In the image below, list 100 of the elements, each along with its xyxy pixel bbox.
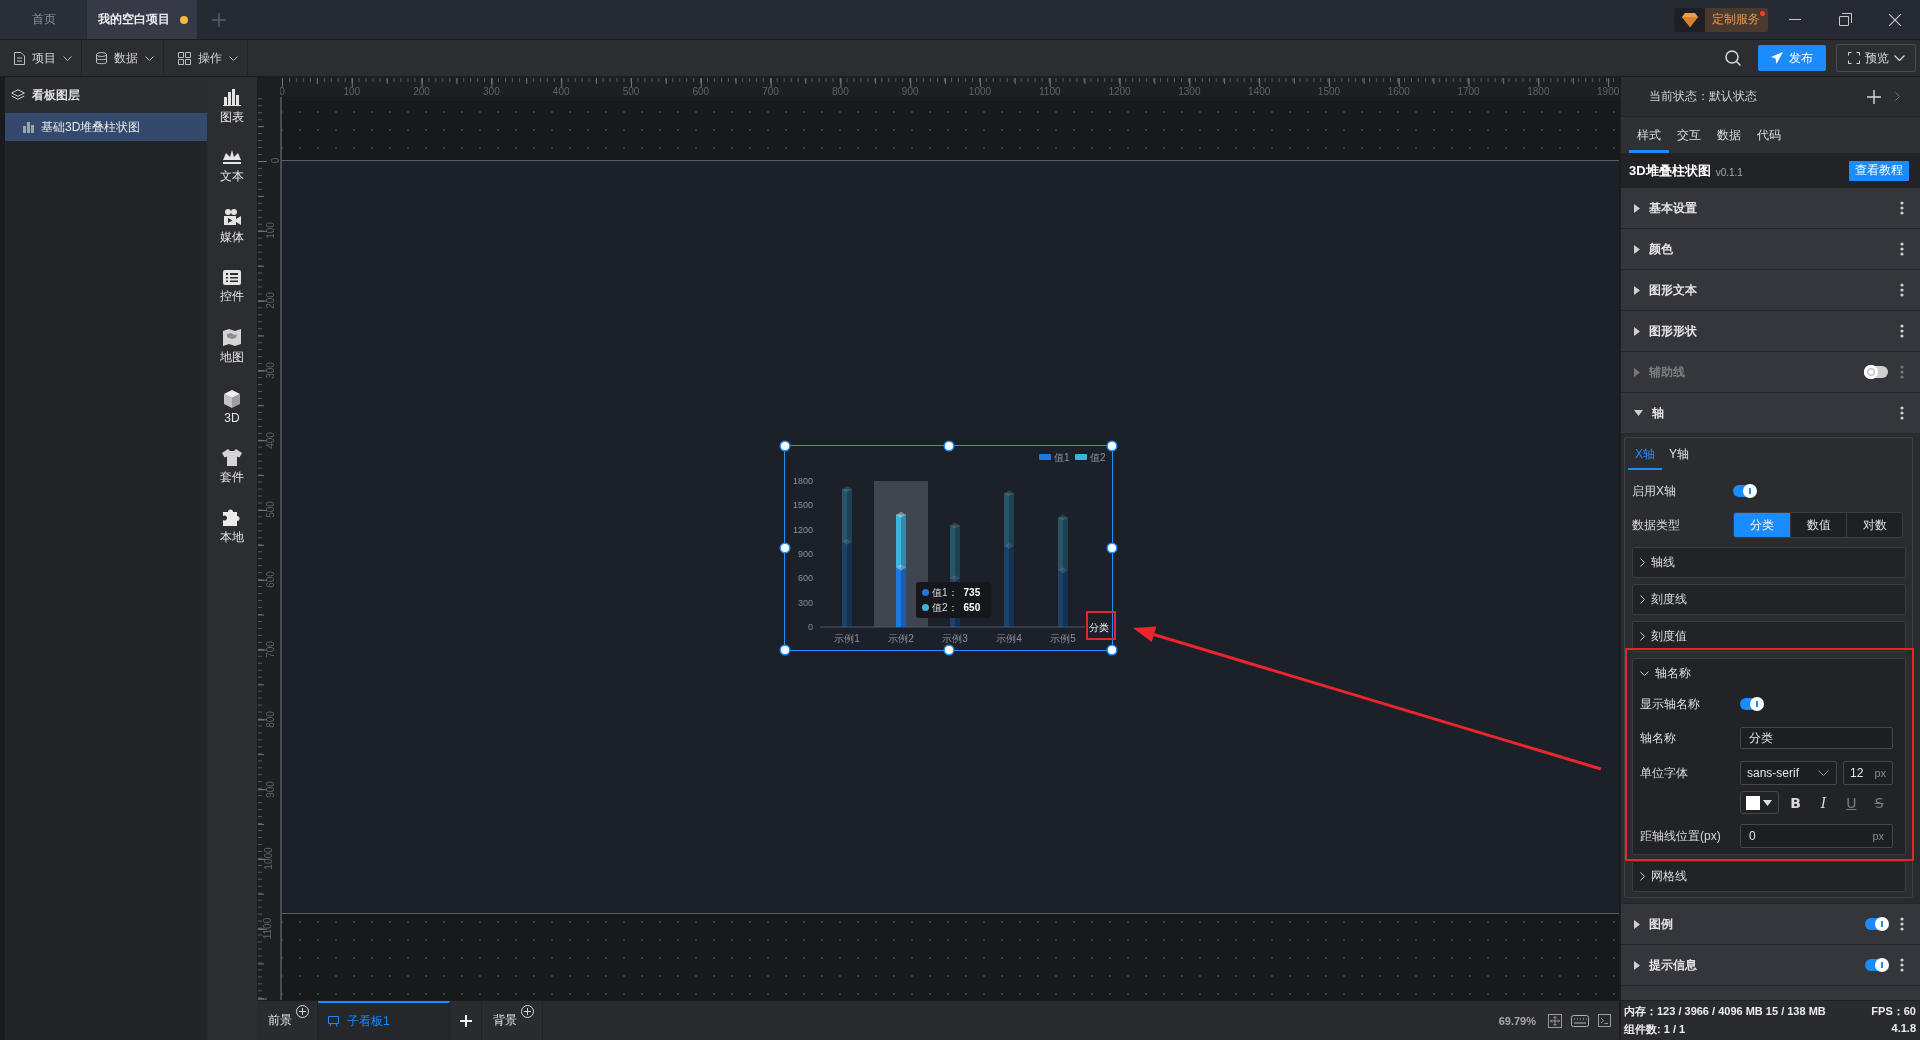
ruler-label: 1800: [1527, 86, 1550, 97]
preview-button[interactable]: 预览: [1836, 44, 1916, 72]
group-header[interactable]: 刻度线: [1633, 585, 1905, 614]
section-title: 轴: [1652, 404, 1664, 422]
chevron-right-icon[interactable]: [1895, 92, 1900, 101]
menu-button[interactable]: 数据: [82, 40, 164, 76]
legend-label: 值2: [1090, 452, 1106, 463]
toggle-switch[interactable]: [1733, 485, 1756, 497]
field-label: 轴名称: [1640, 729, 1677, 747]
rail-item[interactable]: 本地: [207, 497, 257, 557]
keyboard-icon[interactable]: [1571, 1014, 1589, 1027]
font-size-field[interactable]: 12 px: [1843, 761, 1893, 785]
close-icon[interactable]: [1889, 13, 1901, 26]
group-header[interactable]: 网格线: [1633, 862, 1905, 891]
inspector-tab[interactable]: 交互: [1669, 117, 1709, 153]
database-icon: [96, 51, 107, 65]
chevron-down-icon: [63, 55, 72, 61]
resize-handle[interactable]: [1108, 646, 1116, 654]
text-field[interactable]: 分类: [1740, 727, 1893, 749]
section-title: 基本设置: [1649, 199, 1697, 217]
document-icon: [14, 51, 25, 65]
ruler-label: 200: [413, 86, 430, 97]
segment-option[interactable]: 数值: [1790, 513, 1846, 537]
resize-handle[interactable]: [1108, 544, 1116, 552]
bold-button[interactable]: B: [1781, 791, 1810, 814]
rail-item[interactable]: 文本: [207, 137, 257, 197]
background-tab[interactable]: 背景: [482, 1001, 543, 1040]
rail-item[interactable]: 图表: [207, 77, 257, 137]
more-options-icon[interactable]: [1900, 242, 1904, 256]
rail-item[interactable]: 控件: [207, 257, 257, 317]
ruler-label: 100: [265, 222, 277, 240]
axis-tab[interactable]: X轴: [1628, 438, 1662, 470]
project-tab[interactable]: 我的空白项目: [87, 0, 197, 39]
font-select[interactable]: sans-serif: [1740, 761, 1837, 785]
category-label: 示例1: [834, 633, 860, 644]
rail-item[interactable]: 3D: [207, 377, 257, 437]
toggle-switch[interactable]: [1740, 698, 1763, 710]
offset-field[interactable]: 0 px: [1740, 824, 1893, 848]
menu-button[interactable]: 操作: [164, 40, 248, 76]
ruler-label: 1000: [968, 86, 992, 97]
field-label: 显示轴名称: [1640, 695, 1701, 713]
menu-button[interactable]: 项目: [0, 40, 82, 76]
more-options-icon[interactable]: [1900, 283, 1904, 297]
version-label: v0.1.1: [1715, 166, 1743, 178]
notification-dot-icon: [1760, 10, 1765, 16]
more-options-icon[interactable]: [1900, 406, 1904, 420]
group-header[interactable]: 轴线: [1633, 548, 1905, 577]
toggle-switch[interactable]: [1865, 959, 1888, 971]
chart-widget[interactable]: 0 300 600 900 1200 1500 1800 示例1 示例2 示例3 示例4 示例5 分类 值1 值2 值1： 735 值2： 650: [785, 446, 1112, 650]
toggle-switch[interactable]: [1865, 918, 1888, 930]
search-icon[interactable]: [1725, 50, 1741, 66]
rail-item[interactable]: 套件: [207, 437, 257, 497]
ruler-label: 300: [265, 362, 277, 379]
board-tab[interactable]: 子看板1: [318, 1001, 450, 1040]
rail-item[interactable]: 地图: [207, 317, 257, 377]
terminal-icon[interactable]: [1598, 1014, 1611, 1027]
field-label: 启用X轴: [1632, 482, 1677, 500]
unsaved-dot-icon: [180, 15, 188, 24]
more-options-icon[interactable]: [1900, 917, 1904, 931]
chevron-down-icon: [1893, 55, 1905, 61]
segment-option[interactable]: 对数: [1846, 513, 1902, 537]
state-label: 当前状态：默认状态: [1649, 88, 1757, 105]
axis-tab[interactable]: Y轴: [1662, 438, 1697, 470]
more-options-icon[interactable]: [1900, 324, 1904, 338]
italic-button[interactable]: I: [1809, 791, 1838, 814]
puzzle-icon: [222, 508, 242, 526]
rail-item[interactable]: 媒体: [207, 197, 257, 257]
restore-icon[interactable]: [1838, 13, 1852, 26]
group-header[interactable]: 轴名称: [1633, 659, 1905, 688]
ruler-label: 200: [265, 292, 277, 309]
inspector-tab[interactable]: 数据: [1709, 117, 1749, 153]
caret-down-icon: [1763, 799, 1773, 806]
more-options-icon[interactable]: [1900, 958, 1904, 972]
inspector-tab[interactable]: 代码: [1749, 117, 1789, 153]
group-header[interactable]: 刻度值: [1633, 622, 1905, 651]
resize-handle[interactable]: [781, 544, 789, 552]
ruler-label: 500: [265, 501, 277, 519]
ruler-label: 500: [622, 86, 640, 97]
resize-handle[interactable]: [944, 646, 953, 654]
version-label: 4.1.8: [1891, 1021, 1916, 1036]
layer-item[interactable]: 基础3D堆叠柱状图: [5, 113, 207, 141]
list-icon: [223, 269, 241, 285]
fit-screen-icon[interactable]: [1548, 1013, 1562, 1028]
panel-title: 看板图层: [32, 86, 80, 104]
ruler-label: 1000: [262, 847, 274, 871]
resize-handle[interactable]: [781, 442, 789, 450]
custom-service-button[interactable]: 定制服务: [1674, 7, 1768, 32]
color-picker[interactable]: [1740, 791, 1779, 814]
resize-handle[interactable]: [944, 442, 953, 450]
ruler-label: 400: [265, 431, 277, 449]
project-tab[interactable]: 首页: [0, 0, 86, 39]
chevron-down-icon: [145, 55, 154, 61]
layers-icon: [11, 89, 25, 101]
resize-handle[interactable]: [781, 646, 789, 654]
cube-icon: [224, 389, 240, 408]
bar-chart-icon: [23, 121, 35, 133]
resize-handle[interactable]: [1108, 442, 1116, 450]
tooltip-value: 735: [963, 587, 981, 598]
ruler-label: 1100: [1039, 86, 1061, 97]
more-options-icon[interactable]: [1900, 201, 1904, 215]
